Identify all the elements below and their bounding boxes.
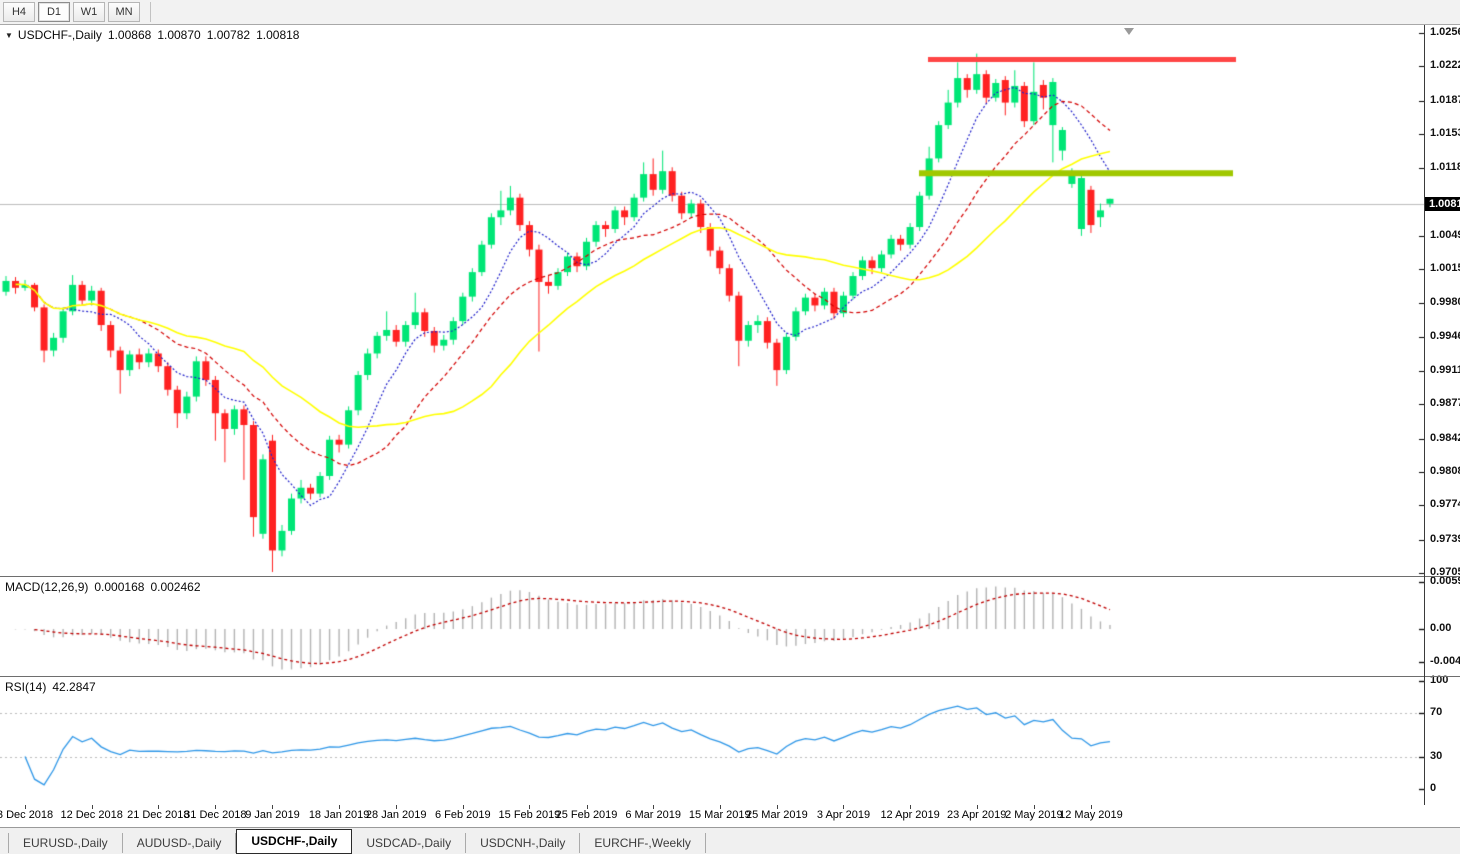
macd-axis: 0.005970.00-0.004243 bbox=[1425, 575, 1460, 677]
axis-separator bbox=[1424, 25, 1425, 805]
price-tick-label: 0.98080 bbox=[1430, 465, 1460, 478]
macd-chart-canvas[interactable] bbox=[0, 577, 1424, 677]
date-tick-label: 15 Feb 2019 bbox=[498, 809, 561, 821]
macd-value-signal: 0.002462 bbox=[150, 580, 201, 594]
current-price-tag: 1.00818 bbox=[1425, 196, 1460, 211]
trading-terminal-window: H4 D1 W1 MN ▼ USDCHF-,Daily 1.00868 1.00870 1.0… bbox=[0, 0, 1460, 854]
rsi-axis: 100 70 30 0 bbox=[1425, 674, 1460, 805]
timeframe-toolbar: H4 D1 W1 MN bbox=[0, 0, 1460, 25]
rsi-chart-canvas[interactable] bbox=[0, 677, 1424, 805]
date-tick-label: 15 Mar 2019 bbox=[688, 809, 751, 821]
price-tick-label: 1.02560 bbox=[1430, 26, 1460, 38]
collapse-triangle-icon[interactable]: ▼ bbox=[5, 31, 13, 40]
date-tick-label: 6 Mar 2019 bbox=[625, 809, 681, 821]
price-tick-label: 1.01530 bbox=[1430, 126, 1460, 139]
date-tick-label: 3 Dec 2018 bbox=[0, 809, 54, 821]
timeframe-button-w1[interactable]: W1 bbox=[73, 2, 105, 22]
price-tick-label: 0.99460 bbox=[1430, 329, 1460, 342]
price-tick-label: 0.97740 bbox=[1430, 498, 1460, 511]
date-tick-label: 25 Mar 2019 bbox=[745, 809, 808, 821]
macd-tick-label: -0.004243 bbox=[1430, 655, 1460, 668]
ohlc-open: 1.00868 bbox=[107, 28, 152, 42]
rsi-value: 42.2847 bbox=[52, 680, 96, 694]
macd-panel: MACD(12,26,9)0.0001680.002462 0.005970.0… bbox=[0, 575, 1460, 677]
date-tick-label: 3 Apr 2019 bbox=[816, 809, 871, 821]
price-tick-label: 1.00150 bbox=[1430, 262, 1460, 275]
date-tick-label: 12 May 2019 bbox=[1059, 809, 1123, 821]
timeframe-button-h4[interactable]: H4 bbox=[3, 2, 35, 22]
symbol-tab-bar: EURUSD-,Daily AUDUSD-,Daily USDCHF-,Daily U… bbox=[0, 827, 1460, 854]
date-tick-label: 21 Dec 2018 bbox=[127, 809, 190, 821]
rsi-tick-label: 0 bbox=[1430, 782, 1437, 794]
price-chart-canvas[interactable] bbox=[0, 25, 1424, 577]
panel-separator bbox=[0, 576, 1460, 577]
tab-eurchfweekly[interactable]: EURCHF-,Weekly bbox=[580, 833, 706, 853]
panel-separator bbox=[0, 676, 1460, 677]
macd-indicator-name: MACD(12,26,9) bbox=[5, 580, 89, 594]
ohlc-close: 1.00818 bbox=[256, 28, 300, 42]
chart-shift-marker[interactable] bbox=[1124, 28, 1134, 35]
price-tick-label: 1.01180 bbox=[1430, 161, 1460, 174]
price-tick-label: 1.00490 bbox=[1430, 228, 1460, 241]
price-tick-label: 0.98420 bbox=[1430, 431, 1460, 444]
date-tick-label: 9 Jan 2019 bbox=[245, 809, 300, 821]
date-tick-label: 25 Feb 2019 bbox=[555, 809, 618, 821]
price-tick-label: 1.02220 bbox=[1430, 59, 1460, 72]
date-tick-label: 23 Apr 2019 bbox=[947, 809, 1007, 821]
macd-value-main: 0.000168 bbox=[94, 580, 145, 594]
main-chart-panel: ▼ USDCHF-,Daily 1.00868 1.00870 1.00782 1.008… bbox=[0, 25, 1460, 578]
rsi-tick-label: 30 bbox=[1430, 749, 1443, 762]
price-tick-label: 0.98770 bbox=[1430, 397, 1460, 410]
macd-label: MACD(12,26,9) 0.000168 0.002462 bbox=[5, 580, 201, 594]
date-axis[interactable]: 3 Dec 2018 12 Dec 2018 21 Dec 2018 31 Dec 2… bbox=[0, 805, 1460, 827]
date-tick-label: 2 May 2019 bbox=[1005, 809, 1063, 821]
toolbar-separator bbox=[150, 2, 152, 22]
timeframe-button-mn[interactable]: MN bbox=[108, 2, 140, 22]
date-tick-label: 12 Dec 2018 bbox=[60, 809, 123, 821]
date-tick-label: 18 Jan 2019 bbox=[308, 809, 370, 821]
chart-title: ▼ USDCHF-,Daily 1.00868 1.00870 1.00782 1.008… bbox=[5, 28, 299, 42]
price-axis[interactable]: 1.02560 1.02220 1.01870 1.01530 1.01180 1.004… bbox=[1425, 25, 1460, 578]
timeframe-buttons: H4 D1 W1 MN bbox=[0, 0, 140, 22]
chart-symbol-label: USDCHF-,Daily bbox=[17, 28, 102, 42]
date-tick-label: 6 Feb 2019 bbox=[434, 809, 491, 821]
date-tick-label: 12 Apr 2019 bbox=[880, 809, 940, 821]
ohlc-low: 1.00782 bbox=[206, 28, 251, 42]
tab-usdcaddaily[interactable]: USDCAD-,Daily bbox=[352, 833, 467, 853]
timeframe-button-d1[interactable]: D1 bbox=[38, 2, 70, 22]
tab-usdcnhdaily[interactable]: USDCNH-,Daily bbox=[466, 833, 581, 853]
tab-usdchfdaily[interactable]: USDCHF-,Daily bbox=[236, 829, 353, 854]
price-tick-label: 1.01870 bbox=[1430, 93, 1460, 106]
price-tick-label: 0.99110 bbox=[1430, 364, 1460, 377]
macd-tick-label: 0.00 bbox=[1430, 622, 1452, 634]
tab-eurusddaily[interactable]: EURUSD-,Daily bbox=[8, 833, 123, 853]
tab-audusddaily[interactable]: AUDUSD-,Daily bbox=[123, 833, 237, 853]
date-tick-label: 31 Dec 2018 bbox=[184, 809, 247, 821]
rsi-indicator-name: RSI(14) bbox=[5, 680, 47, 694]
rsi-label: RSI(14) 42.2847 bbox=[5, 680, 96, 694]
ohlc-high: 1.00870 bbox=[157, 28, 201, 42]
rsi-tick-label: 70 bbox=[1430, 706, 1443, 719]
price-tick-label: 0.99800 bbox=[1430, 296, 1460, 309]
price-tick-label: 0.97390 bbox=[1430, 532, 1460, 545]
date-tick-label: 28 Jan 2019 bbox=[365, 809, 427, 821]
rsi-panel: RSI(14) 42.2847 100 70 30 0 bbox=[0, 674, 1460, 805]
